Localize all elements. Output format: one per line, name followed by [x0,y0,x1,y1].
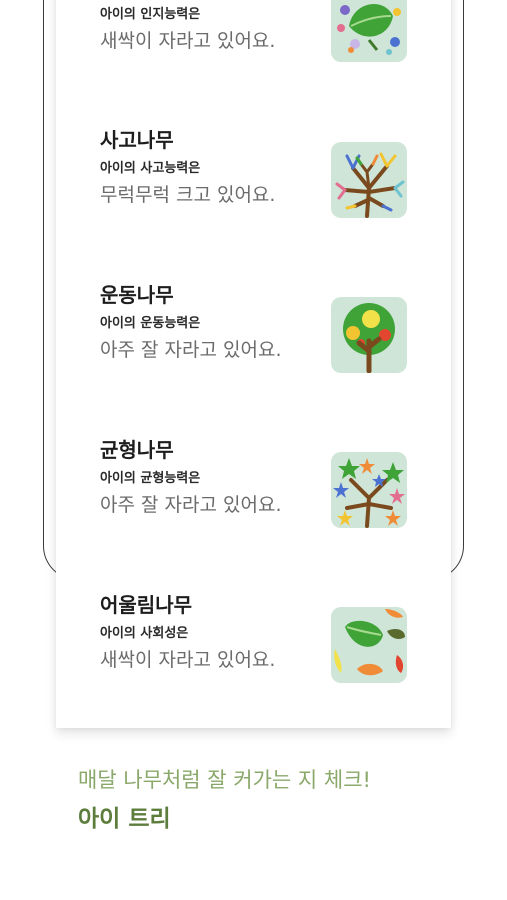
star-tree-icon [331,452,407,528]
leaf-dots-icon [331,0,407,62]
brand-name: 아이 트리 [78,806,171,832]
round-tree-icon [331,297,407,373]
leaves-icon [331,607,407,683]
tagline-text: 매달 나무처럼 잘 커가는 지 체크! [78,768,371,792]
branching-tree-icon [331,142,407,218]
